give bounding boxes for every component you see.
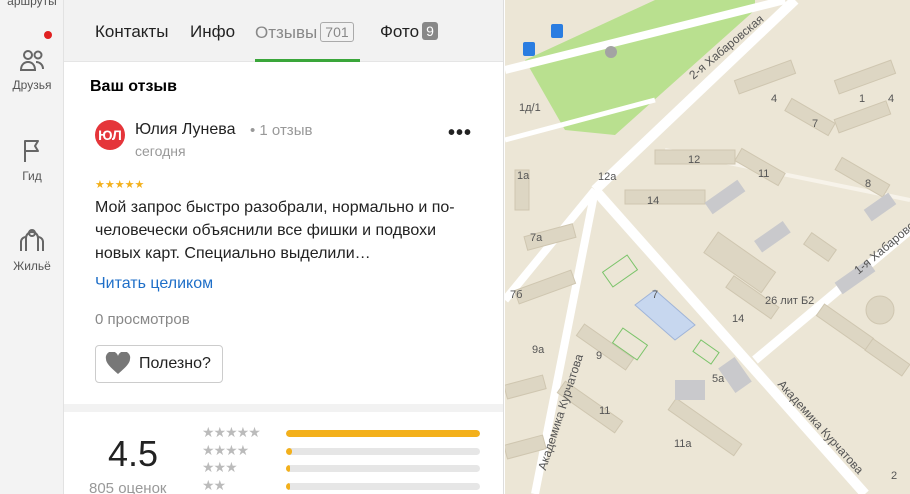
section-divider (64, 404, 503, 412)
heart-icon (105, 352, 131, 374)
rail-guide-label: Гид (22, 169, 42, 183)
building-number: 14 (732, 313, 745, 325)
active-tab-indicator (255, 59, 360, 62)
rating-distribution-row: ★★★ (202, 459, 482, 476)
rating-distribution-row: ★★★★★ (202, 424, 482, 441)
building-number: 11 (599, 405, 611, 417)
housing-icon (20, 229, 44, 251)
rail-housing-label: Жильё (13, 259, 51, 273)
ratings-count: 805 оценок (89, 480, 167, 494)
map-canvas[interactable] (505, 0, 910, 494)
distribution-stars: ★★★★ (202, 442, 249, 458)
rail-item-routes[interactable]: аршруты (0, 0, 64, 8)
building-number: 4 (771, 93, 778, 105)
notification-dot (44, 31, 52, 39)
rating-distribution-row: ★★★★ (202, 442, 482, 459)
rail-item-guide[interactable]: Гид (0, 137, 64, 183)
building-number: 1а (517, 170, 530, 182)
section-title: Ваш отзыв (90, 78, 177, 95)
building-number: 11а (674, 438, 692, 450)
distribution-fill (286, 483, 290, 490)
rail-item-friends[interactable]: Друзья (0, 46, 64, 92)
rail-friends-label: Друзья (12, 78, 52, 92)
building-number: 7а (530, 232, 543, 244)
building-number: 8 (865, 178, 872, 190)
building-number: 11 (758, 168, 770, 180)
read-more-link[interactable]: Читать целиком (95, 275, 213, 293)
distribution-bar (286, 430, 480, 437)
review-author[interactable]: Юлия Лунева (135, 121, 235, 139)
bus-stop-icon[interactable] (551, 24, 563, 38)
tab-reviews[interactable]: Отзывы 701 (255, 22, 354, 43)
review-text: Мой запрос быстро разобрали, нормально и… (95, 199, 455, 262)
tab-photos-count: 9 (422, 22, 438, 40)
building-number: 9 (596, 350, 603, 362)
building-number: 1 (859, 93, 866, 105)
distribution-stars: ★★★★★ (202, 424, 261, 440)
distribution-stars: ★★ (202, 477, 226, 493)
review-stars: ★★★★★ (95, 179, 145, 191)
review-date: сегодня (135, 143, 186, 159)
building-number: 7 (652, 289, 659, 301)
tab-info[interactable]: Инфо (190, 22, 235, 42)
building-number: 5а (712, 373, 725, 385)
tab-photos[interactable]: Фото 9 (380, 22, 438, 42)
rating-distribution-row: ★★ (202, 477, 482, 494)
more-options-icon[interactable]: ••• (448, 122, 472, 145)
poi-icon[interactable] (605, 46, 617, 58)
building-number: 26 лит Б2 (765, 295, 815, 307)
distribution-fill (286, 430, 480, 437)
building-number: 4 (888, 93, 895, 105)
tab-reviews-label: Отзывы (255, 23, 318, 42)
review-author-meta: • 1 отзыв (250, 122, 313, 139)
building-number: 2 (891, 470, 898, 482)
distribution-bar (286, 448, 480, 455)
tab-contacts[interactable]: Контакты (95, 22, 168, 42)
info-panel: Контакты Инфо Отзывы 701 Фото 9 Ваш отзыв … (64, 0, 504, 494)
views-count: 0 просмотров (95, 311, 190, 328)
building-number: 1д/1 (519, 102, 541, 114)
distribution-fill (286, 448, 292, 455)
map-view[interactable]: 2-я Хабаровская 1-я Хабаровская Академик… (505, 0, 910, 494)
tab-bar: Контакты Инфо Отзывы 701 Фото 9 (64, 0, 503, 62)
useful-label: Полезно? (139, 355, 211, 372)
building-number: 14 (647, 195, 660, 207)
distribution-fill (286, 465, 290, 472)
friends-icon (19, 50, 44, 71)
tab-reviews-count: 701 (320, 22, 354, 42)
building-number: 7б (510, 289, 523, 301)
tab-contacts-label: Контакты (95, 22, 169, 41)
distribution-bar (286, 483, 480, 490)
tab-photos-label: Фото (380, 22, 420, 41)
rail-routes-label: аршруты (7, 0, 57, 8)
bus-stop-icon[interactable] (523, 42, 535, 56)
overall-rating: 4.5 (108, 433, 159, 474)
useful-button[interactable]: Полезно? (95, 345, 223, 383)
distribution-bar (286, 465, 480, 472)
distribution-stars: ★★★ (202, 459, 238, 475)
building-number: 9а (532, 344, 545, 356)
avatar[interactable]: ЮЛ (95, 120, 125, 150)
building-number: 12 (688, 154, 701, 166)
building-number: 12а (598, 171, 617, 183)
rail-item-housing[interactable]: Жильё (0, 225, 64, 273)
building-number: 7 (812, 118, 819, 130)
tab-info-label: Инфо (190, 22, 236, 41)
flag-icon (24, 140, 39, 162)
left-rail: аршруты Друзья Гид Жильё (0, 0, 64, 494)
